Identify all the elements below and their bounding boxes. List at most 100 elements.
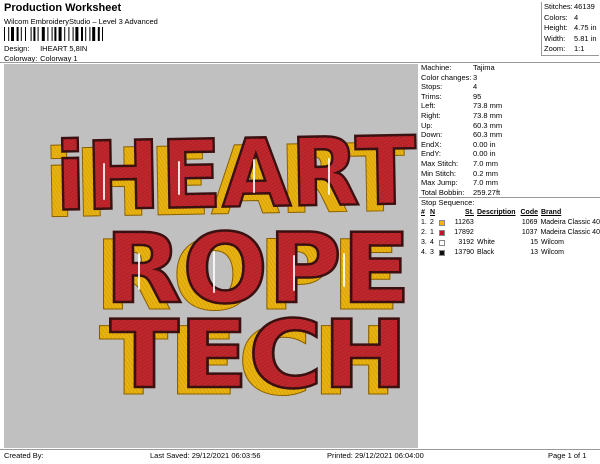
machine-info-row: Stops: 4 xyxy=(419,82,600,92)
design-preview: iHEART iHEART ROPE ROPE TECH TECH xyxy=(4,64,418,448)
color-swatch xyxy=(438,220,445,227)
color-swatch xyxy=(439,250,445,257)
thread-brand: Madeira Classic 40 xyxy=(540,229,600,237)
needle-number: 3 xyxy=(430,249,434,257)
needle-number: 2 xyxy=(429,219,434,227)
stop-sequence-table: # N St. Description Code Brand 1. 2 11263 1… xyxy=(419,208,600,258)
color-swatch-cell xyxy=(438,228,451,238)
machine-info-label: Min Stitch: xyxy=(421,168,457,178)
footer-last-saved: Last Saved: 29/12/2021 06:03:56 xyxy=(150,451,261,460)
machine-info-value: 0.00 in xyxy=(473,149,496,159)
color-swatch xyxy=(438,230,445,237)
machine-info-label: Trims: xyxy=(421,91,442,101)
thread-description: White xyxy=(477,239,495,247)
color-swatch xyxy=(439,240,445,247)
stop-number: 1. xyxy=(421,219,427,227)
machine-info-value: 73.8 mm xyxy=(473,110,503,120)
thread-code: 13 xyxy=(530,249,538,257)
design-line: Design: IHEART 5,8IN xyxy=(4,44,87,53)
machine-info-row: Color changes: 3 xyxy=(419,73,600,83)
machine-info-row: Trims: 95 xyxy=(419,92,600,102)
machine-info-value: 7.0 mm xyxy=(473,158,499,168)
machine-info-row: Max Jump: 7.0 mm xyxy=(419,178,600,188)
design-stats: Stitches: 46139 Colors: 4 Height: 4.75 in W… xyxy=(541,2,599,56)
machine-info-label: Down: xyxy=(421,130,443,140)
machine-info-label: Right: xyxy=(421,110,441,120)
machine-info-label: Color changes: xyxy=(421,72,472,82)
machine-info-label: Machine: xyxy=(421,63,452,72)
worksheet-title: Production Worksheet xyxy=(4,2,122,14)
thread-description: Black xyxy=(477,249,495,257)
thread-description xyxy=(477,228,519,238)
machine-info-value: 7.0 mm xyxy=(473,178,499,188)
machine-info-value: 0.00 in xyxy=(473,139,496,149)
stop-sequence-row: 3. 4 3192 White 15 Wilcom xyxy=(419,238,600,248)
design-label: Design: xyxy=(4,44,30,53)
machine-info-value: 259.27ft xyxy=(473,187,501,197)
stitch-count: 3192 xyxy=(458,239,474,247)
footer-divider xyxy=(0,449,600,450)
software-subtitle: Wilcom EmbroideryStudio – Level 3 Advanc… xyxy=(4,17,158,26)
stop-number: 2. xyxy=(421,229,427,237)
needle-number: 1 xyxy=(429,229,434,237)
stat-zoom: Zoom: 1:1 xyxy=(544,44,585,53)
machine-info-label: EndX: xyxy=(421,139,442,149)
stop-number: 4. xyxy=(421,249,427,257)
machine-info-label: EndY: xyxy=(421,149,442,159)
machine-info-value: 60.3 mm xyxy=(473,120,503,130)
machine-info-label: Up: xyxy=(421,120,433,130)
thread-description xyxy=(477,218,519,228)
footer-created: Created By: xyxy=(4,451,44,460)
stop-sequence-header: # N St. Description Code Brand xyxy=(421,209,562,217)
machine-info-value: 3 xyxy=(473,72,478,82)
stop-sequence-row: 2. 1 17892 1037 Madeira Classic 40 xyxy=(419,228,600,238)
thread-code: 1069 xyxy=(521,219,538,227)
thread-brand: Wilcom xyxy=(541,239,564,247)
machine-info-label: Max Jump: xyxy=(421,178,458,188)
stitch-count: 11263 xyxy=(454,219,474,227)
color-swatch-cell xyxy=(439,238,451,248)
machine-info-value: 95 xyxy=(473,91,482,101)
color-swatch-cell xyxy=(438,218,451,228)
stitch-count: 13790 xyxy=(454,249,474,257)
stop-number: 3. xyxy=(421,239,427,247)
machine-info-panel: Machine: Tajima Color changes: 3 Stops: 4 Trim… xyxy=(419,63,600,258)
barcode xyxy=(4,27,103,41)
machine-info-value: 73.8 mm xyxy=(473,101,503,111)
machine-info-row: Right: 73.8 mm xyxy=(419,111,600,121)
stat-height: Height: 4.75 in xyxy=(544,23,597,32)
stat-colors: Colors: 4 xyxy=(544,12,579,22)
machine-info-value: 0.2 mm xyxy=(473,168,499,178)
stat-width: Width: 5.81 in xyxy=(544,33,597,43)
machine-info-value: 4 xyxy=(473,82,478,92)
machine-info-row: Max Stitch: 7.0 mm xyxy=(419,159,600,169)
thread-brand: Wilcom xyxy=(541,249,564,257)
machine-info-label: Stops: xyxy=(421,82,443,92)
thread-code: 1037 xyxy=(521,229,538,237)
design-line-3: TECH xyxy=(110,301,408,411)
machine-info-label: Left: xyxy=(421,101,436,111)
machine-info-value: Tajima xyxy=(473,63,495,72)
embroidery-design: iHEART iHEART ROPE ROPE TECH TECH xyxy=(43,115,418,418)
footer-page: Page 1 of 1 xyxy=(548,451,587,460)
machine-info-value: 60.3 mm xyxy=(473,130,503,140)
machine-info-row: Up: 60.3 mm xyxy=(419,121,600,131)
stop-sequence-row: 4. 3 13790 Black 13 Wilcom xyxy=(419,248,600,258)
stop-sequence-title: Stop Sequence: xyxy=(421,198,475,208)
machine-info-row: Machine: Tajima xyxy=(419,63,600,73)
machine-info-row: Min Stitch: 0.2 mm xyxy=(419,169,600,179)
machine-info-row: Total Bobbin: 259.27ft xyxy=(419,188,600,198)
machine-info-row: Left: 73.8 mm xyxy=(419,101,600,111)
machine-info-label: Max Stitch: xyxy=(421,158,459,168)
machine-info-row: EndY: 0.00 in xyxy=(419,149,600,159)
design-value: IHEART 5,8IN xyxy=(40,44,88,53)
color-swatch-cell xyxy=(439,248,451,258)
stop-sequence-row: 1. 2 11263 1069 Madeira Classic 40 xyxy=(419,218,600,228)
thread-code: 15 xyxy=(530,239,538,247)
machine-info-row: Down: 60.3 mm xyxy=(419,130,600,140)
stat-stitches: Stitches: 46139 xyxy=(544,2,595,11)
stitch-count: 17892 xyxy=(454,229,474,237)
machine-info-row: EndX: 0.00 in xyxy=(419,140,600,150)
thread-brand: Madeira Classic 40 xyxy=(540,219,600,227)
machine-info-label: Total Bobbin: xyxy=(421,187,465,197)
